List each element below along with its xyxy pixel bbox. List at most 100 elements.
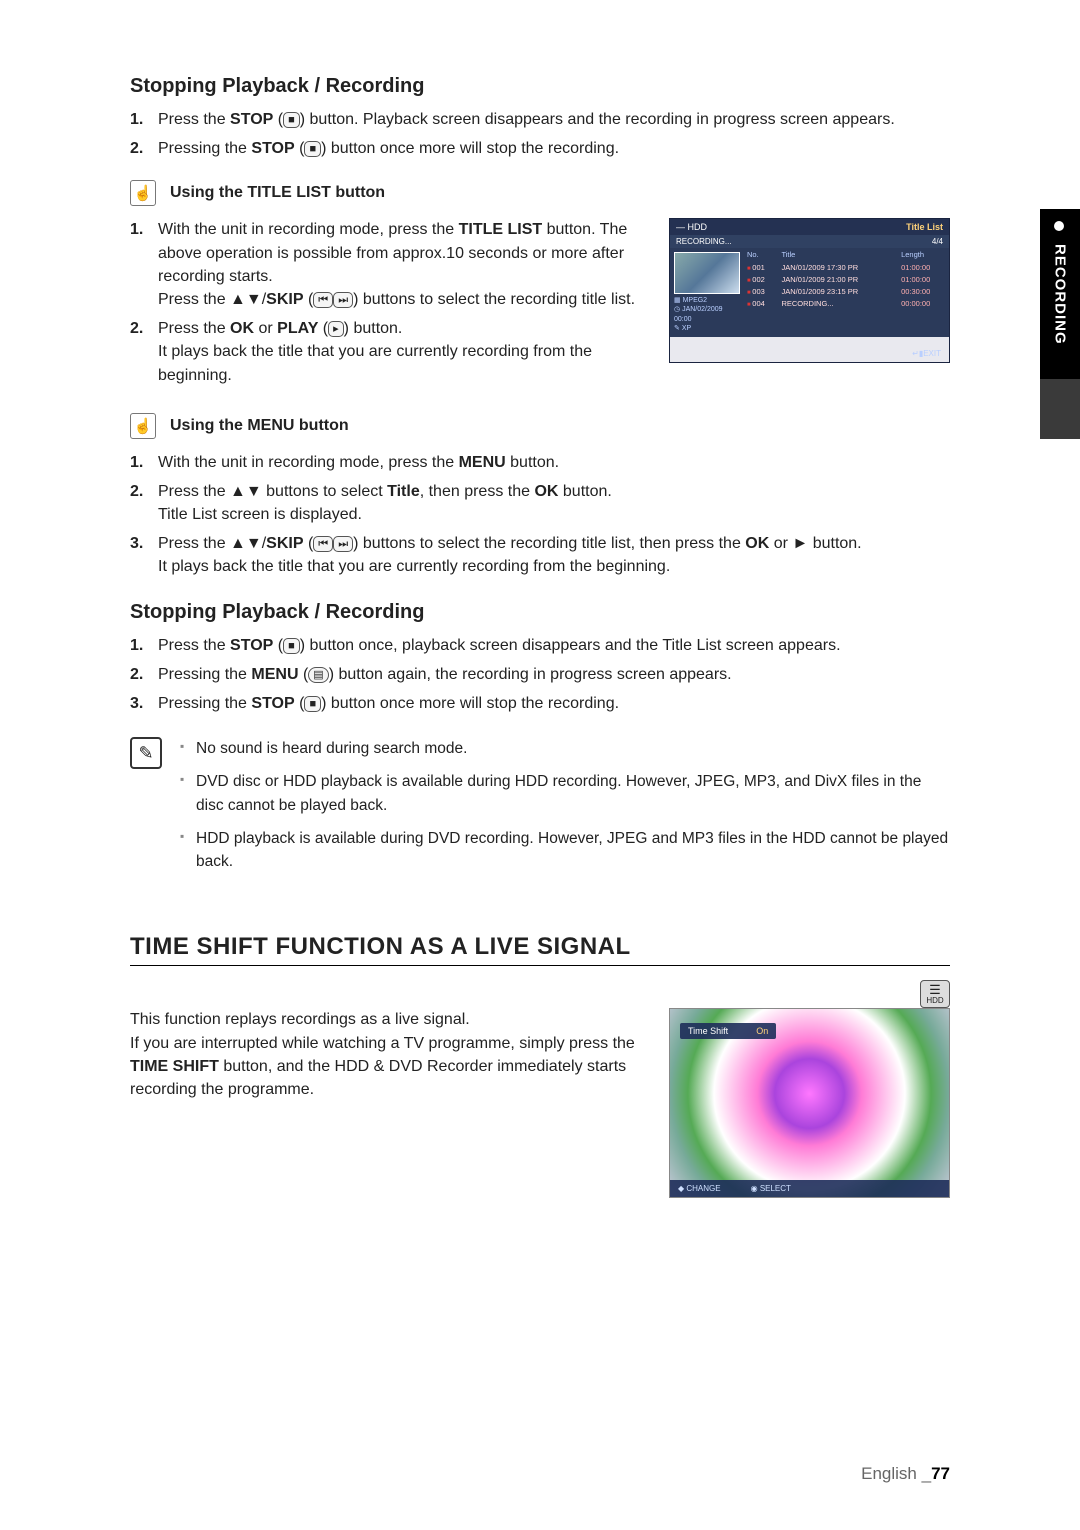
section2-step: Pressing the STOP (■) button once more w… [130,692,950,715]
time-shift-title: TIME SHIFT FUNCTION AS A LIVE SIGNAL [130,933,950,966]
section1-steps: Press the STOP (■) button. Playback scre… [130,108,950,160]
ts-line2-pre: If you are interrupted while watching a … [130,1035,635,1052]
hand-icon: ☝ [130,180,156,206]
page-footer: English _77 [861,1464,950,1484]
step-text: Press the ▲▼/ [158,535,266,552]
tl-col-length: Length [898,248,949,261]
tl-rec-row: RECORDING... 4/4 [670,235,949,248]
footer-lang: English [861,1464,917,1483]
ts-bar-value: On [756,1026,768,1036]
button-icon: ⏮ [313,536,333,552]
step-text: Press the ▲▼/ [158,291,266,308]
tl-thumb-col: ▦ MPEG2 ◷ JAN/02/2009 00:00 ✎ XP [670,248,744,336]
step-text: button once more will stop the recording… [326,140,619,157]
menu-icon: ▤ [308,667,328,683]
step-text: ( [304,535,314,552]
notes-list: No sound is heard during search mode. DV… [180,737,950,883]
hint2-steps: With the unit in recording mode, press t… [130,451,950,579]
button-icon: ⏮ [313,292,333,308]
step-text: With the unit in recording mode, press t… [158,221,459,238]
step-bold: STOP [251,140,294,157]
hdd-badge-label: HDD [921,997,949,1006]
step-text: Pressing the [158,140,251,157]
section1-title: Stopping Playback / Recording [130,75,950,98]
tl-header: — HDD Title List [670,219,949,235]
cell-length: 01:00:00 [898,261,949,273]
cell-no: 001 [744,261,778,273]
cell-length: 00:00:00 [898,297,949,309]
step-bold: STOP [251,695,294,712]
step-bold: SKIP [266,535,303,552]
ts-footer: ◆ CHANGE ◉ SELECT [670,1180,949,1197]
step: With the unit in recording mode, press t… [130,218,653,311]
step-text: or [254,320,277,337]
section2-step: Press the STOP (■) button once, playback… [130,634,950,657]
step-text: button. [506,454,559,471]
table-row: 003JAN/01/2009 23:15 PR00:30:00 [744,285,949,297]
step-text: It plays back the title that you are cur… [158,558,670,575]
timeshift-screenshot: Time Shift On ◆ CHANGE ◉ SELECT [669,1008,950,1198]
footer-page: 77 [931,1464,950,1483]
ts-footer-select: ◉ SELECT [751,1184,791,1193]
hdd-badge: ☰ HDD [920,980,950,1008]
cell-no: 002 [744,273,778,285]
step-text: Pressing the [158,695,251,712]
button-icon: ⏭ [333,292,353,308]
step-text: Title List screen is displayed. [158,506,362,523]
tl-device: — HDD [676,222,707,232]
hdd-stack-icon: ☰ [921,983,949,997]
step-bold: MENU [251,666,298,683]
hint1-title: Using the TITLE LIST button [170,180,385,202]
step: Press the ▲▼/SKIP (⏮⏭) buttons to select… [130,532,950,578]
hand-icon: ☝ [130,413,156,439]
notes-block: ✎ No sound is heard during search mode. … [130,737,950,883]
step-bold: OK [534,483,558,500]
step-text: ) buttons to select the recording title … [353,535,745,552]
ts-bar: Time Shift On [680,1023,776,1039]
cell-title: JAN/01/2009 21:00 PR [778,273,898,285]
step-text: Press the [158,111,230,128]
stop-icon: ■ [283,638,300,654]
step-text: With the unit in recording mode, press t… [158,454,459,471]
ts-footer-change: ◆ CHANGE [678,1184,721,1193]
stop-icon: ■ [283,112,300,128]
cell-title: JAN/01/2009 17:30 PR [778,261,898,273]
cell-length: 01:00:00 [898,273,949,285]
step-text: Press the [158,637,230,654]
tl-meta-codec: MPEG2 [683,297,708,304]
exit-icon: ↵▮ [912,349,923,358]
note-icon: ✎ [130,737,162,769]
step-text: button. [558,483,611,500]
hint2-title: Using the MENU button [170,413,349,435]
step-text: , then press the [420,483,535,500]
step-bold: OK [230,320,254,337]
table-row: 001JAN/01/2009 17:30 PR01:00:00 [744,261,949,273]
step: Press the OK or PLAY (▸) button.It plays… [130,317,653,387]
step-text: ) button. [344,320,403,337]
step-text: ( [304,291,314,308]
cell-no: 004 [744,297,778,309]
step-bold: OK [745,535,769,552]
step-text: ( [318,320,328,337]
step-text: Pressing the [158,666,251,683]
step-bold: STOP [230,111,273,128]
step-text: button once, playback screen disappears … [305,637,840,654]
button-icon: ▸ [328,321,344,337]
step: With the unit in recording mode, press t… [130,451,950,474]
section1-step: Press the STOP (■) button. Playback scre… [130,108,950,131]
note-item: No sound is heard during search mode. [180,737,950,760]
note-item: HDD playback is available during DVD rec… [180,827,950,874]
section2-step: Pressing the MENU (▤) button again, the … [130,663,950,686]
tl-meta: ▦ MPEG2 ◷ JAN/02/2009 00:00 ✎ XP [674,296,740,332]
cell-length: 00:30:00 [898,285,949,297]
step-text: It plays back the title that you are cur… [158,343,592,383]
step-bold: STOP [230,637,273,654]
timeshift-text: This function replays recordings as a li… [130,1008,653,1101]
hint2-header: ☝ Using the MENU button [130,413,950,439]
section1-step: Pressing the STOP (■) button once more w… [130,137,950,160]
step-bold: Title [387,483,420,500]
cell-title: RECORDING... [778,297,898,309]
step-text: Press the ▲▼ buttons to select [158,483,387,500]
section2-title: Stopping Playback / Recording [130,601,950,624]
tl-page: 4/4 [932,237,943,246]
